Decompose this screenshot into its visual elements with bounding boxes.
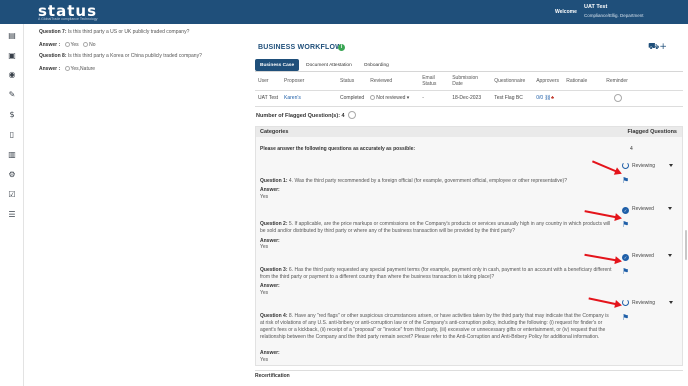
annotation-arrow bbox=[588, 297, 621, 306]
table-row: UAT Test Karen's Completed Not reviewed … bbox=[255, 90, 683, 107]
question-2: Question 2: 5. If applicable, are the pr… bbox=[260, 221, 611, 234]
status-dropdown-q3[interactable]: ✓ Reviewed bbox=[622, 253, 672, 262]
col-submission-date: Submission Date bbox=[449, 73, 492, 91]
col-approvers: Approvers bbox=[533, 73, 564, 91]
cell-questionnaire: Test Flag BC bbox=[491, 90, 534, 107]
reviewed-check-icon: ✓ bbox=[622, 207, 629, 214]
list-icon[interactable]: ☰ bbox=[7, 210, 17, 220]
car-add-icon[interactable]: ⛟+ bbox=[648, 42, 667, 53]
flag-icon[interactable]: ⚑ bbox=[622, 267, 631, 276]
chart-icon[interactable]: ▥ bbox=[7, 150, 17, 160]
col-questionnaire: Questionnaire bbox=[491, 73, 534, 91]
eye-icon[interactable]: ◉ bbox=[7, 70, 17, 80]
flagged-questions-panel: Categories Flagged Questions Please answ… bbox=[255, 126, 683, 366]
panel-intro: Please answer the following questions as… bbox=[260, 146, 416, 152]
dollar-icon[interactable]: $ bbox=[7, 110, 17, 120]
workflow-tabs: Business Case Document Attestation Onboa… bbox=[255, 59, 394, 71]
answer-value: Yes bbox=[260, 244, 269, 250]
flagged-count: 4 bbox=[630, 146, 633, 152]
answer-label: Answer: bbox=[260, 187, 280, 193]
reviewed-dropdown[interactable]: Not reviewed ▾ bbox=[367, 90, 420, 107]
col-reminder: Reminder bbox=[603, 73, 683, 91]
col-proposer: Proposer bbox=[281, 73, 338, 91]
tab-divider bbox=[255, 71, 683, 72]
flag-icon[interactable]: ⚑ bbox=[622, 176, 631, 185]
left-question-8: Question 8: Is this third party a Korea … bbox=[39, 53, 202, 59]
logo-tagline: A GlobalTrade compliance Technology bbox=[38, 17, 98, 21]
recertification-section: Recertification bbox=[255, 370, 683, 380]
cell-status: Completed bbox=[337, 90, 368, 107]
flag-icon[interactable]: ⚑ bbox=[622, 313, 631, 322]
user-name[interactable]: UAT Test bbox=[584, 4, 607, 10]
file-icon[interactable]: ▯ bbox=[7, 130, 17, 140]
radio-no[interactable] bbox=[83, 42, 89, 47]
question-1: Question 1: 4. Was the third party recom… bbox=[260, 178, 568, 184]
question-3: Question 3: 6. Has the third party reque… bbox=[260, 267, 612, 280]
answer-value: Yes bbox=[260, 290, 269, 296]
edit-document-icon[interactable]: ✎ bbox=[7, 90, 17, 100]
scrollbar-thumb[interactable] bbox=[685, 230, 687, 260]
cell-submission-date: 18-Dec-2023 bbox=[449, 90, 492, 107]
cell-rationale bbox=[563, 90, 604, 107]
reviewing-icon bbox=[622, 299, 629, 306]
answer-value: Yes bbox=[260, 357, 269, 363]
col-reviewed: Reviewed bbox=[367, 73, 420, 91]
col-rationale: Rationale bbox=[563, 73, 604, 91]
collapse-toggle-icon[interactable] bbox=[347, 111, 356, 119]
annotation-arrow bbox=[584, 210, 621, 219]
status-dropdown-q1[interactable]: Reviewing bbox=[622, 162, 674, 171]
cell-approvers[interactable]: 0/0 ⛓♣ bbox=[533, 90, 564, 107]
answer-label: Answer: bbox=[260, 350, 280, 356]
card-title: BUSINESS WORKFLOW bbox=[258, 44, 342, 51]
panel-header: Categories Flagged Questions bbox=[256, 127, 682, 137]
reviewing-icon bbox=[622, 162, 629, 169]
business-workflow-card: BUSINESS WORKFLOW i ⛟+ Business Case Doc… bbox=[249, 24, 688, 386]
radio-yes[interactable] bbox=[64, 42, 70, 47]
left-question-7: Question 7: Is this third party a US or … bbox=[39, 29, 190, 35]
radio-option[interactable] bbox=[64, 66, 70, 71]
top-navigation-bar: status A GlobalTrade compliance Technolo… bbox=[0, 0, 688, 24]
approvers-icon: ♣ bbox=[550, 95, 555, 101]
gear-icon[interactable]: ⚙ bbox=[7, 170, 17, 180]
col-status: Status bbox=[337, 73, 368, 91]
book-icon[interactable]: ▣ bbox=[7, 51, 17, 61]
user-role: Compliance/Ellig. Department bbox=[584, 13, 644, 18]
status-dropdown-q4[interactable]: Reviewing bbox=[622, 299, 674, 308]
questionnaire-pane: Question 7: Is this third party a US or … bbox=[24, 24, 249, 386]
tab-business-case[interactable]: Business Case bbox=[255, 59, 300, 71]
dashboard-icon[interactable]: ▤ bbox=[7, 31, 17, 41]
col-user: User bbox=[255, 73, 282, 91]
reviewed-check-icon: ✓ bbox=[622, 254, 629, 261]
tab-document-attestation[interactable]: Document Attestation bbox=[301, 59, 357, 71]
cell-user: UAT Test bbox=[255, 90, 282, 107]
flagged-count-label: Number of Flagged Question(s): 4 bbox=[256, 111, 356, 119]
annotation-arrow bbox=[584, 253, 621, 262]
info-icon[interactable]: i bbox=[338, 44, 345, 51]
left-answer-8: Answer : Yes,Nature bbox=[39, 66, 96, 72]
sidebar: ▤ ▣ ◉ ✎ $ ▯ ▥ ⚙ ☑ ☰ bbox=[0, 24, 24, 386]
answer-value: Yes bbox=[260, 194, 269, 200]
reminder-toggle-icon[interactable] bbox=[614, 94, 623, 102]
question-4: Question 4: 8. Have any "red flags" or o… bbox=[260, 313, 609, 340]
cell-reminder bbox=[603, 90, 683, 107]
welcome-label: Welcome bbox=[555, 9, 577, 15]
left-answer-7: Answer : Yes No bbox=[39, 42, 96, 48]
cell-email-status: - bbox=[419, 90, 450, 107]
user-check-icon[interactable]: ☑ bbox=[7, 190, 17, 200]
tab-onboarding[interactable]: Onboarding bbox=[359, 59, 394, 71]
flag-icon[interactable]: ⚑ bbox=[622, 220, 631, 229]
workflow-table: User Proposer Status Reviewed Email Stat… bbox=[255, 73, 683, 107]
answer-label: Answer: bbox=[260, 283, 280, 289]
cell-proposer[interactable]: Karen's bbox=[281, 90, 338, 107]
col-email-status: Email Status bbox=[419, 73, 450, 91]
status-dropdown-q2[interactable]: ✓ Reviewed bbox=[622, 206, 672, 215]
table-header: User Proposer Status Reviewed Email Stat… bbox=[255, 73, 683, 91]
annotation-arrow bbox=[591, 160, 621, 174]
